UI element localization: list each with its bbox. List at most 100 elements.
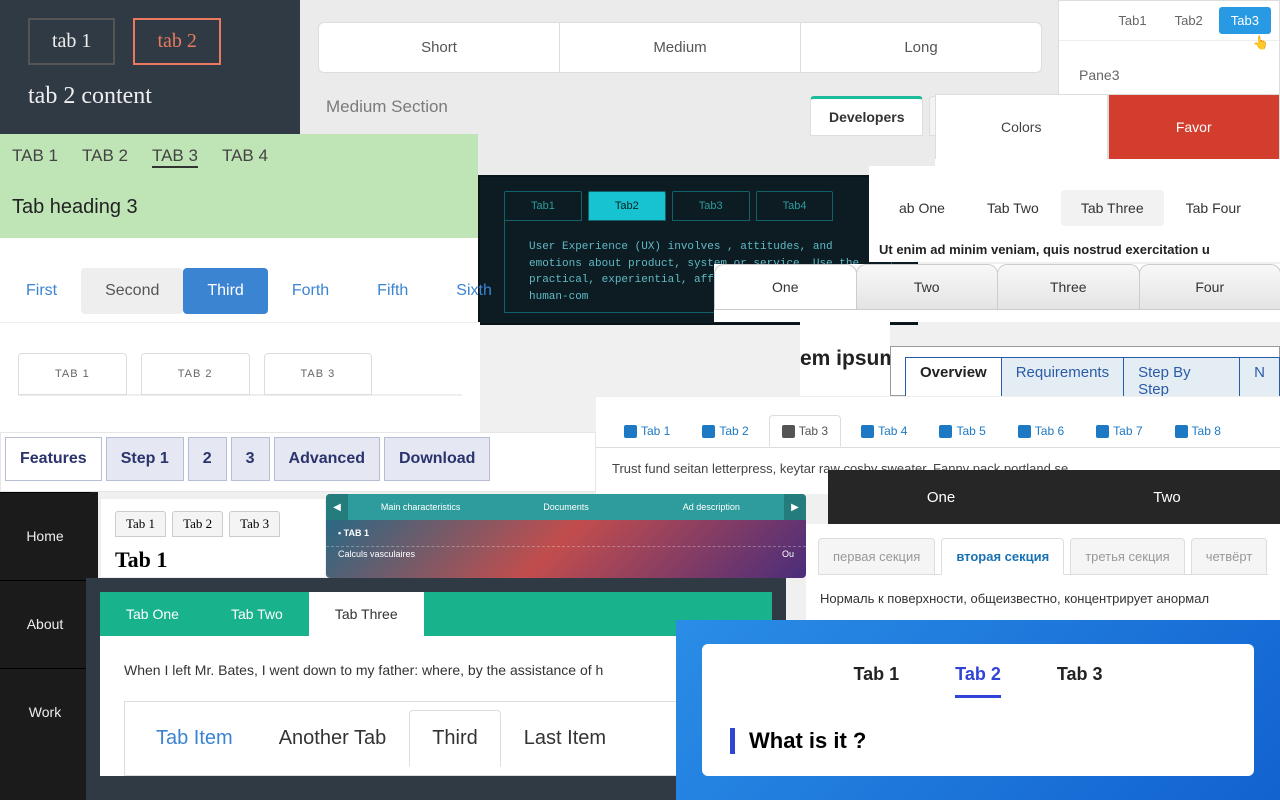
row-left: Calculs vasculaires [338, 549, 415, 559]
tab-three[interactable]: Three [997, 264, 1140, 309]
section-4[interactable]: четвёрт [1191, 538, 1268, 575]
tab-step1[interactable]: Step 1 [106, 437, 184, 481]
tab-1[interactable]: Tab 1 [612, 415, 682, 447]
tab-2[interactable]: Tab 2 [172, 511, 223, 537]
globe-icon [939, 425, 952, 438]
tab-1[interactable]: Tab 1 [853, 664, 899, 698]
tab-features[interactable]: Features [5, 437, 102, 481]
tab4[interactable]: Tab4 [756, 191, 834, 221]
tab-8[interactable]: Tab 8 [1163, 415, 1233, 447]
tab-6[interactable]: Tab 6 [1006, 415, 1076, 447]
dark-bar-tabs: One Two [828, 470, 1280, 524]
home-icon [624, 425, 637, 438]
tab-fifth[interactable]: Fifth [353, 268, 432, 314]
features-tabs-panel: Features Step 1 2 3 Advanced Download [0, 432, 596, 492]
tab-ad[interactable]: Ad description [639, 502, 784, 512]
tab-three[interactable]: Tab Three [1061, 190, 1164, 226]
boxed-tabs-panel: TAB 1 TAB 2 TAB 3 [0, 322, 480, 432]
section-2[interactable]: вторая секция [941, 538, 1064, 575]
tab-two[interactable]: Tab Two [205, 592, 309, 636]
cursor-icon: 👆 [1253, 35, 1269, 51]
tab-first[interactable]: First [2, 268, 81, 314]
tab-2[interactable]: Tab 2 [955, 664, 1001, 698]
tab-four[interactable]: Four [1139, 264, 1280, 309]
tab-main[interactable]: Main characteristics [348, 502, 493, 512]
tab-two[interactable]: Two [856, 264, 999, 309]
tab-1[interactable]: Tab 1 [115, 511, 166, 537]
tab-heading: Tab heading 3 [12, 196, 478, 219]
heading-text: em ipsum [800, 347, 898, 371]
tab-3[interactable]: Tab 3 [1057, 664, 1103, 698]
arrow-right-icon[interactable]: ▶ [784, 494, 806, 520]
section-3[interactable]: третья секция [1070, 538, 1185, 575]
inner-another-tab[interactable]: Another Tab [256, 710, 410, 767]
tab-download[interactable]: Download [384, 437, 490, 481]
tab-colors[interactable]: Colors [935, 94, 1108, 159]
tab-3[interactable]: Tab 3 [229, 511, 280, 537]
tab-four[interactable]: Tab Four [1166, 190, 1261, 226]
tab-step2[interactable]: 2 [188, 437, 227, 481]
tab-1[interactable]: tab 1 [28, 18, 115, 65]
tab-two[interactable]: Tab Two [967, 190, 1059, 226]
nav-work[interactable]: Work [0, 668, 98, 756]
section-1[interactable]: первая секция [818, 538, 935, 575]
what-is-it-heading: What is it ? [730, 728, 1226, 754]
lorem-content: Ut enim ad minim veniam, quis nostrud ex… [879, 242, 1270, 257]
nav-home[interactable]: Home [0, 492, 98, 580]
tab-2[interactable]: TAB 2 [82, 146, 128, 168]
tab-documents[interactable]: Documents [493, 502, 638, 512]
tab3[interactable]: Tab3 [672, 191, 750, 221]
tab-content: tab 2 content [28, 83, 272, 110]
tab-third[interactable]: Third [183, 268, 267, 314]
tab-sixth[interactable]: Sixth [432, 268, 516, 314]
tab-forth[interactable]: Forth [268, 268, 353, 314]
tab-short[interactable]: Short [319, 23, 560, 72]
tab-2[interactable]: Tab 2 [690, 415, 760, 447]
inner-tab-item[interactable]: Tab Item [133, 710, 256, 767]
tab-4[interactable]: TAB 4 [222, 146, 268, 168]
tab1[interactable]: Tab1 [1106, 7, 1158, 34]
tab-two[interactable]: Two [1054, 470, 1280, 524]
tab-step3[interactable]: 3 [231, 437, 270, 481]
tab-second[interactable]: Second [81, 268, 183, 314]
tab-1[interactable]: TAB 1 [18, 353, 127, 395]
tab-one[interactable]: One [714, 264, 857, 309]
arrow-left-icon[interactable]: ◀ [326, 494, 348, 520]
tab-one[interactable]: ab One [879, 190, 965, 226]
tab-three[interactable]: Tab Three [309, 592, 424, 636]
gradient-tabs-panel: ◀ Main characteristics Documents Ad desc… [326, 494, 806, 578]
colors-panel: Colors Favor [935, 94, 1280, 166]
tab-1[interactable]: TAB 1 [12, 146, 58, 168]
tab1[interactable]: Tab1 [504, 191, 582, 221]
word-tabs-panel: ab One Tab Two Tab Three Tab Four Ut eni… [869, 166, 1280, 262]
subtab-developers[interactable]: Developers [810, 96, 923, 136]
tab-favor[interactable]: Favor [1108, 94, 1280, 159]
nav-about[interactable]: About [0, 580, 98, 668]
tab-advanced[interactable]: Advanced [274, 437, 380, 481]
russian-content: Нормаль к поверхности, общеизвестно, кон… [818, 574, 1268, 606]
row-right: Ou [782, 549, 794, 559]
ipsum-fragment: em ipsum [800, 322, 890, 396]
tab-long[interactable]: Long [801, 23, 1041, 72]
list-icon [1096, 425, 1109, 438]
overview-tabs-panel: Overview Requirements Step By Step N [890, 346, 1280, 396]
inner-third[interactable]: Third [409, 710, 501, 767]
tab-one[interactable]: Tab One [100, 592, 205, 636]
tab-medium[interactable]: Medium [560, 23, 801, 72]
sidebar-nav: Home About Work [0, 492, 98, 800]
tab3[interactable]: Tab3 [1219, 7, 1271, 34]
tab-2[interactable]: tab 2 [133, 18, 220, 65]
tab-5[interactable]: Tab 5 [927, 415, 997, 447]
file-icon [702, 425, 715, 438]
tab-2[interactable]: TAB 2 [141, 353, 250, 395]
tab2[interactable]: Tab2 [1163, 7, 1215, 34]
tab2[interactable]: Tab2 [588, 191, 666, 221]
tab-one[interactable]: One [828, 470, 1054, 524]
tab-4[interactable]: Tab 4 [849, 415, 919, 447]
tab-3[interactable]: TAB 3 [264, 353, 373, 395]
tab-3[interactable]: TAB 3 [152, 146, 198, 168]
tab-3[interactable]: Tab 3 [769, 415, 841, 447]
tab-7[interactable]: Tab 7 [1084, 415, 1154, 447]
inner-last-item[interactable]: Last Item [501, 710, 629, 767]
green-tabs-panel: TAB 1 TAB 2 TAB 3 TAB 4 Tab heading 3 [0, 134, 478, 238]
